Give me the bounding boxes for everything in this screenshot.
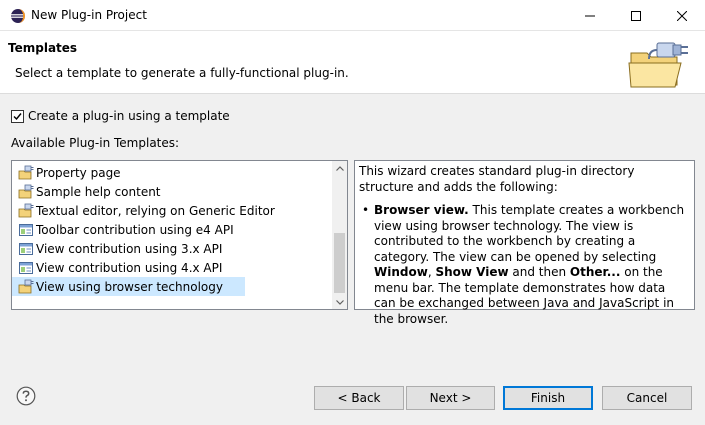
plugin-template-icon [18,203,34,217]
checkmark-icon [13,112,22,120]
use-template-checkbox[interactable] [11,109,24,123]
close-icon [677,10,687,21]
template-item-sample-help[interactable]: Sample help content [12,182,334,201]
template-list-scrollbar[interactable] [332,161,347,309]
bullet-title: Browser view. [374,203,469,217]
description-bullet: • Browser view. This template creates a … [359,203,690,327]
template-item-label: View using browser technology [36,279,223,294]
template-item-view-3x[interactable]: View contribution using 3.x API [12,239,334,258]
maximize-icon [631,10,641,21]
use-template-label: Create a plug-in using a template [28,109,230,123]
template-item-browser-view[interactable]: View using browser technology [12,277,245,296]
finish-button[interactable]: Finish [503,386,593,410]
bullet-other: Other... [569,265,621,279]
minimize-icon [585,15,595,16]
template-item-label: View contribution using 3.x API [36,241,223,256]
bullet-icon: • [362,203,370,217]
scroll-thumb[interactable] [334,233,345,293]
use-template-option[interactable]: Create a plug-in using a template [11,109,230,123]
plugin-template-icon [18,184,34,198]
help-icon[interactable] [16,386,36,406]
template-list[interactable]: Property page Sample help content Textua… [11,160,348,310]
plugin-template-icon [18,279,34,293]
plugin-folder-icon [628,42,688,88]
minimize-button[interactable] [567,0,613,31]
template-item-property-page[interactable]: Property page [12,163,334,182]
scroll-down-button[interactable] [332,295,347,309]
cancel-button[interactable]: Cancel [602,386,692,410]
template-item-view-4x[interactable]: View contribution using 4.x API [12,258,334,277]
chevron-down-icon [335,299,344,305]
wizard-header: Templates Select a template to generate … [0,31,705,94]
close-button[interactable] [659,0,705,31]
template-item-label: Sample help content [36,184,161,199]
bullet-window: Window [374,265,428,279]
template-item-label: Textual editor, relying on Generic Edito… [36,203,275,218]
title-bar: New Plug-in Project [0,0,705,31]
e4-template-icon [19,223,33,236]
e4-template-icon [19,242,33,255]
next-button[interactable]: Next > [406,386,495,410]
plugin-template-icon [18,165,34,179]
page-description: Select a template to generate a fully-fu… [15,66,349,80]
e4-template-icon [19,261,33,274]
back-button[interactable]: < Back [314,386,404,410]
description-intro: This wizard creates standard plug-in dir… [359,164,635,194]
bullet-text-2: and then [508,265,570,279]
template-item-label: Property page [36,165,121,180]
template-item-label: View contribution using 4.x API [36,260,223,275]
scroll-up-button[interactable] [332,161,347,175]
template-description: This wizard creates standard plug-in dir… [354,160,695,326]
chevron-up-icon [335,165,344,171]
maximize-button[interactable] [613,0,659,31]
description-bullet-text: Browser view. This template creates a wo… [374,203,690,327]
bullet-show-view: Show View [435,265,509,279]
template-item-label: Toolbar contribution using e4 API [36,222,234,237]
template-item-textual-editor[interactable]: Textual editor, relying on Generic Edito… [12,201,334,220]
window-title: New Plug-in Project [31,8,147,22]
eclipse-icon [11,9,25,23]
template-item-toolbar-e4[interactable]: Toolbar contribution using e4 API [12,220,334,239]
page-title: Templates [8,41,78,55]
templates-section-label: Available Plug-in Templates: [11,136,180,150]
